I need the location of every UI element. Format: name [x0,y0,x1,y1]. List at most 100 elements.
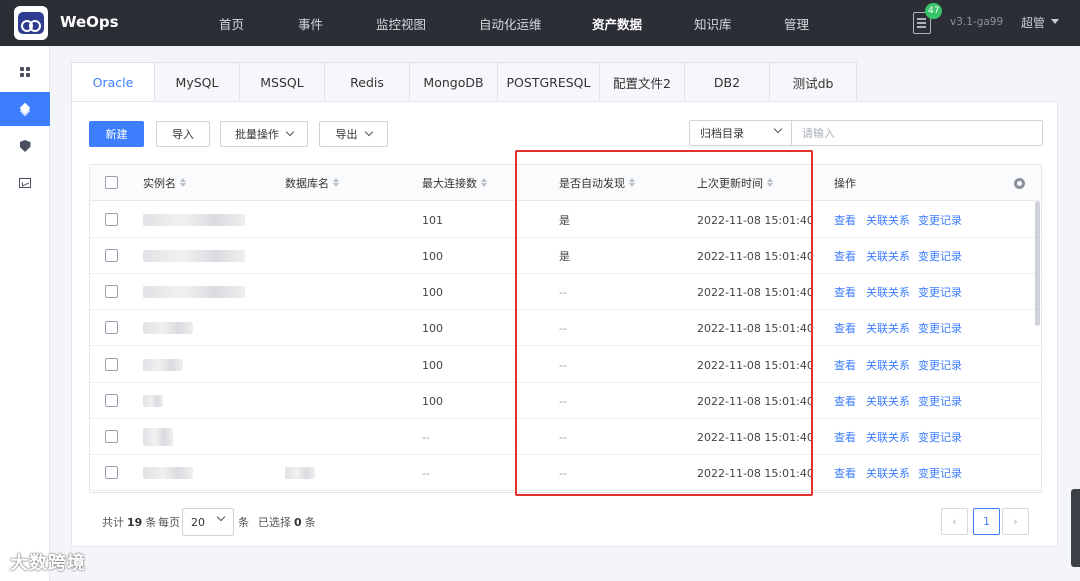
row-checkbox[interactable] [105,213,118,226]
sort-icon[interactable] [629,178,636,188]
total-prefix: 共计 [102,516,124,529]
tab-mssql[interactable]: MSSQL [240,62,325,102]
sidebar-item-dashboard[interactable] [0,55,50,89]
view-link[interactable]: 查看 [834,455,856,491]
prev-page-button[interactable]: ‹ [941,508,968,535]
tab-mongodb[interactable]: MongoDB [410,62,498,102]
row-checkbox[interactable] [105,394,118,407]
filter-field-select[interactable]: 归档目录 [690,121,792,145]
sort-icon[interactable] [333,178,340,188]
nav-knowledge[interactable]: 知识库 [694,0,732,46]
view-link[interactable]: 查看 [834,347,856,383]
change-log-link[interactable]: 变更记录 [918,274,962,310]
sort-icon[interactable] [767,178,774,188]
change-log-link[interactable]: 变更记录 [918,202,962,238]
header-label: 最大连接数 [422,177,477,190]
tab-db2[interactable]: DB2 [685,62,770,102]
row-checkbox[interactable] [105,358,118,371]
last-updated: 2022-11-08 15:01:40 [697,466,814,480]
view-link[interactable]: 查看 [834,419,856,455]
change-log-link[interactable]: 变更记录 [918,347,962,383]
sidebar-item-security[interactable] [0,129,50,163]
app-logo[interactable] [14,6,48,40]
relations-link[interactable]: 关联关系 [866,455,910,491]
select-all-checkbox[interactable] [105,176,118,189]
nav-monitor[interactable]: 监控视图 [376,0,426,46]
page-number-button[interactable]: 1 [973,508,1000,535]
sidebar-item-monitor[interactable] [0,166,50,200]
col-auto-discovered[interactable]: 是否自动发现 [559,165,636,201]
col-database-name[interactable]: 数据库名 [285,165,340,201]
total-count: 共计 19 条 [102,509,156,535]
max-connections: 100 [422,394,443,408]
change-log-link[interactable]: 变更记录 [918,383,962,419]
table-row: 100 -- 2022-11-08 15:01:40 查看 关联关系 变更记录 [90,347,1041,384]
col-max-connections[interactable]: 最大连接数 [422,165,488,201]
last-updated: 2022-11-08 15:01:40 [697,285,814,299]
change-log-link[interactable]: 变更记录 [918,455,962,491]
version-label: v3.1-ga99 [950,16,1004,28]
relations-link[interactable]: 关联关系 [866,238,910,274]
view-link[interactable]: 查看 [834,383,856,419]
header-label: 数据库名 [285,177,329,190]
nav-assets[interactable]: 资产数据 [592,0,642,46]
tab-config-file[interactable]: 配置文件2 [600,62,685,102]
table-row: 100 -- 2022-11-08 15:01:40 查看 关联关系 变更记录 [90,383,1041,420]
redacted-instance-name [143,322,193,334]
row-checkbox[interactable] [105,285,118,298]
tab-oracle[interactable]: Oracle [71,62,155,102]
view-link[interactable]: 查看 [834,274,856,310]
column-settings-icon[interactable] [1014,178,1025,189]
watermark: 大数跨境 [10,553,86,574]
relations-link[interactable]: 关联关系 [866,202,910,238]
redacted-database-name [285,467,315,479]
row-checkbox[interactable] [105,321,118,334]
change-log-link[interactable]: 变更记录 [918,310,962,346]
new-button[interactable]: 新建 [89,121,144,147]
relations-link[interactable]: 关联关系 [866,419,910,455]
view-link[interactable]: 查看 [834,202,856,238]
sidebar-item-assets[interactable] [0,92,50,126]
view-link[interactable]: 查看 [834,310,856,346]
view-link[interactable]: 查看 [834,238,856,274]
change-log-link[interactable]: 变更记录 [918,419,962,455]
col-last-updated[interactable]: 上次更新时间 [697,165,774,201]
row-checkbox[interactable] [105,466,118,479]
nav-admin[interactable]: 管理 [784,0,809,46]
tab-test-db[interactable]: 测试db [770,62,857,102]
tab-redis[interactable]: Redis [325,62,410,102]
batch-actions-dropdown[interactable]: 批量操作 [220,121,308,147]
relations-link[interactable]: 关联关系 [866,274,910,310]
sort-icon[interactable] [180,178,187,188]
row-checkbox[interactable] [105,249,118,262]
import-button[interactable]: 导入 [156,121,210,147]
change-log-link[interactable]: 变更记录 [918,238,962,274]
search-input[interactable] [792,121,1042,145]
row-checkbox[interactable] [105,430,118,443]
table-row: 100 -- 2022-11-08 15:01:40 查看 关联关系 变更记录 [90,310,1041,347]
page-size-select[interactable]: 20 [182,508,234,536]
nav-automation[interactable]: 自动化运维 [479,0,542,46]
last-updated: 2022-11-08 15:01:40 [697,430,814,444]
relations-link[interactable]: 关联关系 [866,310,910,346]
nav-home[interactable]: 首页 [219,0,244,46]
floating-side-widget[interactable] [1071,489,1080,567]
chevron-down-icon [216,512,226,522]
batch-actions-label: 批量操作 [235,128,279,141]
grid-icon [19,66,31,78]
nav-events[interactable]: 事件 [298,0,323,46]
max-connections: 100 [422,249,443,263]
export-dropdown[interactable]: 导出 [319,121,388,147]
relations-link[interactable]: 关联关系 [866,347,910,383]
col-instance-name[interactable]: 实例名 [143,165,187,201]
header-label: 是否自动发现 [559,177,625,190]
tab-postgresql[interactable]: POSTGRESQL [498,62,600,102]
table-scrollbar[interactable] [1035,201,1040,326]
relations-link[interactable]: 关联关系 [866,383,910,419]
tab-mysql[interactable]: MySQL [155,62,240,102]
auto-discovered: -- [559,358,567,372]
user-menu[interactable]: 超管 [1021,14,1059,31]
sort-icon[interactable] [481,178,488,188]
auto-discovered: -- [559,430,567,444]
next-page-button[interactable]: › [1002,508,1029,535]
